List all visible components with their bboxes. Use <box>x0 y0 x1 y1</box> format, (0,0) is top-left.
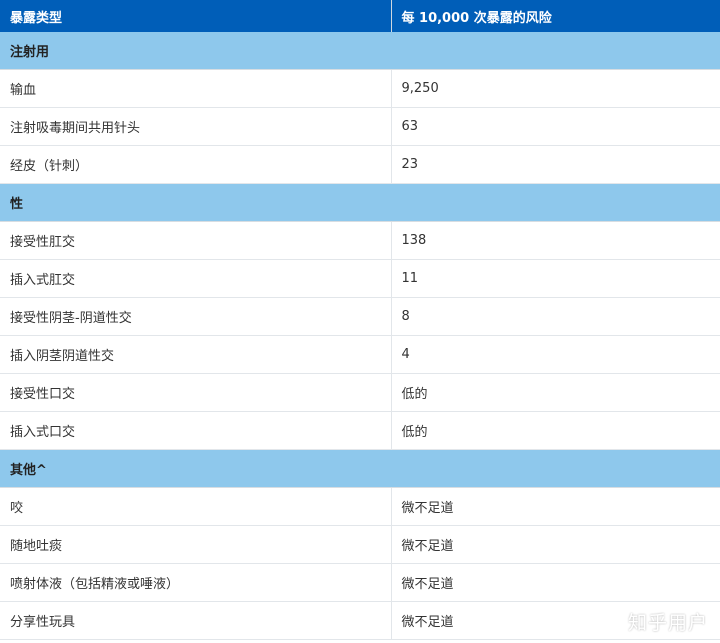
risk-cell: 63 <box>391 107 720 146</box>
table-row: 插入式肛交 11 <box>0 259 720 298</box>
section-row-other: 其他^ <box>0 449 720 488</box>
risk-cell: 微不足道 <box>391 525 720 564</box>
header-exposure-type: 暴露类型 <box>0 0 392 32</box>
table-row: 输血 9,250 <box>0 69 720 108</box>
exposure-cell: 分享性玩具 <box>0 601 392 640</box>
exposure-cell: 接受性阴茎-阴道性交 <box>0 297 392 336</box>
table-row: 经皮（针刺） 23 <box>0 145 720 184</box>
risk-cell: 138 <box>391 221 720 260</box>
risk-cell: 低的 <box>391 411 720 450</box>
exposure-cell: 输血 <box>0 69 392 108</box>
exposure-cell: 接受性口交 <box>0 373 392 412</box>
risk-table: 暴露类型 每 10,000 次暴露的风险 注射用 输血 9,250 注射吸毒期间… <box>0 0 720 640</box>
table-row: 接受性阴茎-阴道性交 8 <box>0 297 720 336</box>
exposure-cell: 插入阴茎阴道性交 <box>0 335 392 374</box>
table-row: 插入阴茎阴道性交 4 <box>0 335 720 374</box>
header-risk-per-10000: 每 10,000 次暴露的风险 <box>391 0 720 32</box>
exposure-cell: 插入式口交 <box>0 411 392 450</box>
section-title: 注射用 <box>0 32 720 70</box>
exposure-cell: 插入式肛交 <box>0 259 392 298</box>
risk-cell: 低的 <box>391 373 720 412</box>
table-row: 接受性口交 低的 <box>0 373 720 412</box>
risk-cell: 微不足道 <box>391 563 720 602</box>
table-row: 随地吐痰 微不足道 <box>0 525 720 564</box>
table-row: 分享性玩具 微不足道 <box>0 601 720 640</box>
risk-cell: 4 <box>391 335 720 374</box>
section-title: 其他^ <box>0 449 720 488</box>
exposure-cell: 注射吸毒期间共用针头 <box>0 107 392 146</box>
risk-cell: 23 <box>391 145 720 184</box>
zhihu-watermark: 知乎用户 <box>627 612 708 634</box>
table-row: 注射吸毒期间共用针头 63 <box>0 107 720 146</box>
exposure-cell: 喷射体液（包括精液或唾液） <box>0 563 392 602</box>
exposure-cell: 咬 <box>0 487 392 526</box>
exposure-cell: 随地吐痰 <box>0 525 392 564</box>
section-title: 性 <box>0 183 720 222</box>
risk-cell: 9,250 <box>391 69 720 108</box>
table-row: 咬 微不足道 <box>0 487 720 526</box>
header-row: 暴露类型 每 10,000 次暴露的风险 <box>0 0 720 32</box>
risk-cell: 微不足道 <box>391 487 720 526</box>
exposure-cell: 接受性肛交 <box>0 221 392 260</box>
table-row: 插入式口交 低的 <box>0 411 720 450</box>
table-row: 接受性肛交 138 <box>0 221 720 260</box>
exposure-cell: 经皮（针刺） <box>0 145 392 184</box>
risk-cell: 8 <box>391 297 720 336</box>
section-row-sexual: 性 <box>0 183 720 222</box>
page: 暴露类型 每 10,000 次暴露的风险 注射用 输血 9,250 注射吸毒期间… <box>0 0 720 643</box>
section-row-injection: 注射用 <box>0 32 720 70</box>
risk-cell: 11 <box>391 259 720 298</box>
table-row: 喷射体液（包括精液或唾液） 微不足道 <box>0 563 720 602</box>
